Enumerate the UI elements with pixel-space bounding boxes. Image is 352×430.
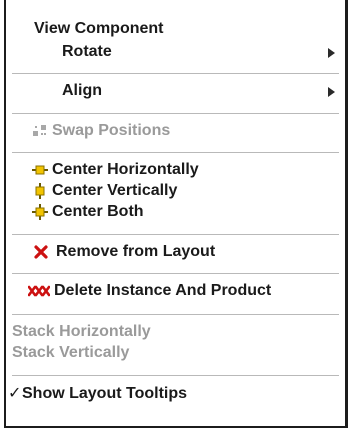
- center-vertically-icon: [35, 183, 45, 199]
- show-layout-tooltips-label: Show Layout Tooltips: [22, 385, 188, 402]
- stack-horizontally-label: Stack Horizontally: [12, 323, 151, 340]
- submenu-arrow-icon: [328, 87, 335, 97]
- swap-positions-icon: [33, 125, 46, 136]
- separator: [12, 73, 339, 74]
- center-horizontally-icon: [32, 165, 48, 175]
- remove-from-layout-label: Remove from Layout: [56, 243, 216, 260]
- separator: [12, 314, 339, 315]
- red-x-icon: [34, 245, 48, 259]
- menu-item-center-vertically[interactable]: Center Vertically: [6, 180, 345, 202]
- menu-item-swap-positions: Swap Positions: [6, 120, 345, 142]
- swap-positions-label: Swap Positions: [52, 122, 171, 139]
- menu-item-center-horizontally[interactable]: Center Horizontally: [6, 159, 345, 181]
- menu-item-stack-horizontally: Stack Horizontally: [6, 321, 345, 343]
- separator: [12, 273, 339, 274]
- menu-item-delete-instance-and-product[interactable]: Delete Instance And Product: [6, 280, 345, 302]
- delete-instance-and-product-label: Delete Instance And Product: [54, 282, 272, 299]
- center-both-icon: [32, 204, 48, 220]
- center-both-label: Center Both: [52, 203, 144, 220]
- menu-item-remove-from-layout[interactable]: Remove from Layout: [6, 241, 345, 263]
- separator: [12, 152, 339, 153]
- rotate-label: Rotate: [62, 43, 112, 60]
- red-triple-x-icon: [28, 285, 50, 297]
- menu-item-rotate[interactable]: Rotate: [6, 41, 345, 63]
- menu-item-stack-vertically: Stack Vertically: [6, 342, 345, 364]
- menu-item-show-layout-tooltips[interactable]: ✓ Show Layout Tooltips: [6, 383, 345, 405]
- separator: [12, 113, 339, 114]
- separator: [12, 375, 339, 376]
- menu-item-view-component[interactable]: View Component: [6, 18, 345, 40]
- checkmark-icon: ✓: [8, 385, 22, 402]
- separator: [12, 234, 339, 235]
- view-component-label: View Component: [34, 20, 164, 37]
- center-horizontally-label: Center Horizontally: [52, 161, 199, 178]
- align-label: Align: [62, 82, 102, 99]
- center-vertically-label: Center Vertically: [52, 182, 178, 199]
- submenu-arrow-icon: [328, 48, 335, 58]
- menu-item-center-both[interactable]: Center Both: [6, 201, 345, 223]
- menu-item-align[interactable]: Align: [6, 80, 345, 102]
- context-menu: View Component Rotate Align Swap Positio…: [4, 0, 348, 428]
- stack-vertically-label: Stack Vertically: [12, 344, 130, 361]
